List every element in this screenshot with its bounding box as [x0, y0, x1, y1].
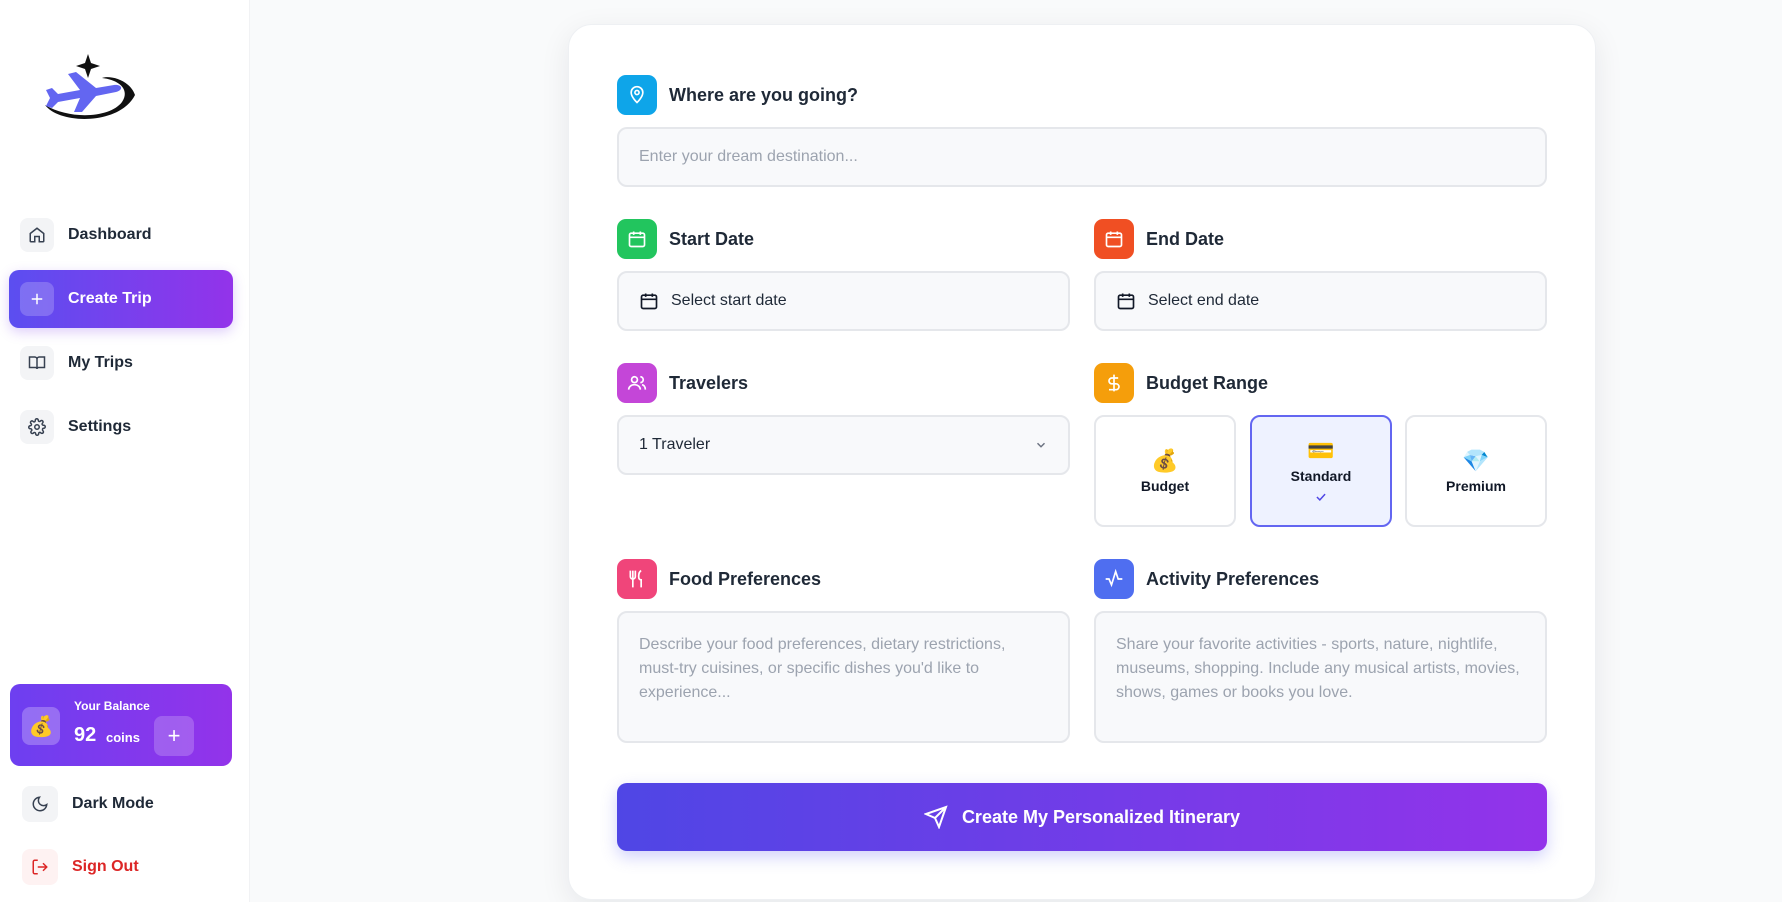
balance-amount: 92 — [74, 724, 97, 746]
budget-label-row: Budget Range — [1094, 363, 1268, 403]
start-date-label-row: Start Date — [617, 219, 754, 259]
budget-option-standard[interactable]: 💳 Standard — [1250, 415, 1392, 527]
sidebar-item-label: Create Trip — [68, 290, 152, 307]
money-bag-icon: 💰 — [22, 707, 60, 745]
chevron-down-icon — [1036, 442, 1046, 448]
calendar-icon — [640, 293, 658, 310]
destination-label-row: Where are you going? — [617, 75, 858, 115]
sign-out-button[interactable]: Sign Out — [22, 849, 139, 885]
start-date-label: Start Date — [669, 228, 755, 249]
food-label-row: Food Preferences — [617, 559, 821, 599]
users-icon — [617, 363, 657, 403]
food-label: Food Preferences — [669, 568, 822, 589]
budget-option-premium[interactable]: 💎 Premium — [1405, 415, 1547, 527]
food-placeholder: Describe your food preferences, dietary … — [639, 636, 1006, 701]
destination-input[interactable]: Enter your dream destination... — [617, 127, 1547, 187]
money-bag-icon: 💰 — [1151, 448, 1179, 473]
start-date-picker[interactable]: Select start date — [617, 271, 1070, 331]
sidebar-item-dashboard[interactable]: Dashboard — [9, 206, 233, 264]
end-date-label-row: End Date — [1094, 219, 1224, 259]
add-coins-button[interactable]: + — [154, 716, 194, 756]
calendar-icon — [617, 219, 657, 259]
travelers-label-row: Travelers — [617, 363, 748, 403]
activity-icon — [1094, 559, 1134, 599]
balance-unit: coins — [106, 730, 140, 745]
sidebar-item-label: Settings — [68, 418, 132, 435]
destination-label: Where are you going? — [669, 84, 859, 105]
logout-icon — [22, 849, 58, 885]
sidebar-item-settings[interactable]: Settings — [9, 398, 233, 456]
travelers-select[interactable]: 1 Traveler — [617, 415, 1070, 475]
end-date-value: Select end date — [1148, 292, 1260, 309]
moon-icon — [22, 786, 58, 822]
dark-mode-label: Dark Mode — [72, 795, 154, 812]
travelers-label: Travelers — [669, 372, 749, 393]
activity-placeholder: Share your favorite activities - sports,… — [1116, 636, 1520, 701]
create-itinerary-button[interactable]: Create My Personalized Itinerary — [617, 783, 1547, 851]
budget-option-label: Budget — [1140, 478, 1190, 494]
dark-mode-toggle[interactable]: Dark Mode — [22, 786, 154, 822]
budget-option-label: Standard — [1290, 468, 1352, 484]
sidebar: Dashboard Create Trip My Trips Settings … — [0, 0, 250, 902]
end-date-picker[interactable]: Select end date — [1094, 271, 1547, 331]
map-pin-icon — [617, 75, 657, 115]
book-icon — [20, 346, 54, 380]
app-logo[interactable] — [40, 50, 140, 130]
destination-placeholder: Enter your dream destination... — [639, 148, 858, 165]
sidebar-item-create-trip[interactable]: Create Trip — [9, 270, 233, 328]
budget-label: Budget Range — [1146, 372, 1269, 393]
sidebar-item-label: My Trips — [68, 354, 133, 371]
check-icon — [1316, 493, 1326, 501]
sign-out-label: Sign Out — [72, 858, 139, 875]
budget-option-budget[interactable]: 💰 Budget — [1094, 415, 1236, 527]
gear-icon — [20, 410, 54, 444]
sidebar-item-label: Dashboard — [68, 226, 152, 243]
send-icon — [923, 805, 948, 829]
end-date-label: End Date — [1146, 228, 1225, 249]
balance-label: Your Balance — [74, 699, 150, 713]
home-icon — [20, 218, 54, 252]
credit-card-icon: 💳 — [1307, 438, 1335, 463]
activity-label-row: Activity Preferences — [1094, 559, 1319, 599]
create-itinerary-label: Create My Personalized Itinerary — [961, 806, 1241, 827]
gem-icon: 💎 — [1462, 448, 1490, 473]
utensils-icon — [617, 559, 657, 599]
budget-option-label: Premium — [1446, 478, 1506, 494]
sidebar-nav: Dashboard Create Trip My Trips Settings — [9, 206, 233, 462]
dollar-icon — [1094, 363, 1134, 403]
calendar-icon — [1094, 219, 1134, 259]
activity-preferences-textarea[interactable]: Share your favorite activities - sports,… — [1094, 611, 1547, 743]
sidebar-item-my-trips[interactable]: My Trips — [9, 334, 233, 392]
activity-label: Activity Preferences — [1146, 568, 1320, 589]
trip-form-card: Where are you going? Enter your dream de… — [568, 24, 1596, 900]
food-preferences-textarea[interactable]: Describe your food preferences, dietary … — [617, 611, 1070, 743]
calendar-icon — [1117, 293, 1135, 310]
start-date-value: Select start date — [671, 292, 787, 309]
travelers-value: 1 Traveler — [639, 436, 711, 453]
plus-icon — [20, 282, 54, 316]
balance-card: 💰 Your Balance 92 coins + — [10, 684, 232, 766]
